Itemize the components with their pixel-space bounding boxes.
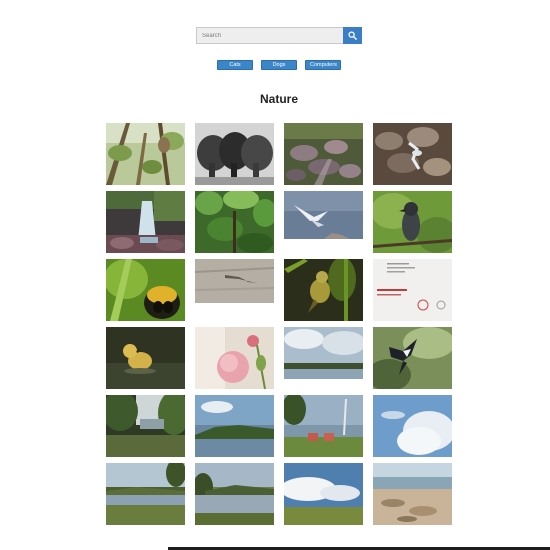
photo-magpie[interactable] [373, 327, 452, 389]
search-input[interactable] [196, 27, 343, 44]
search-icon [348, 31, 357, 40]
photo-perched-bird[interactable] [373, 191, 452, 253]
photo-lake-hills[interactable] [195, 395, 274, 457]
category-filters: Cats Dogs Computers [0, 60, 550, 71]
photo-letter[interactable] [373, 259, 452, 321]
photo-bee[interactable] [106, 259, 185, 321]
photo-clouds-field[interactable] [284, 463, 363, 525]
filter-dogs-button[interactable]: Dogs [261, 60, 297, 70]
photo-elephants[interactable] [195, 123, 274, 185]
search-bar [196, 27, 362, 44]
filter-cats-button[interactable]: Cats [217, 60, 253, 70]
photo-trees-lake[interactable] [106, 395, 185, 457]
photo-grid [106, 123, 452, 525]
photo-forest-canopy[interactable] [195, 191, 274, 253]
gallery-title: Nature [259, 92, 298, 106]
photo-rocky-stream[interactable] [284, 123, 363, 185]
photo-gull[interactable] [284, 191, 363, 253]
filter-computers-button[interactable]: Computers [305, 60, 341, 70]
photo-rocky-beach[interactable] [373, 463, 452, 525]
photo-lake-clouds[interactable] [284, 327, 363, 389]
photo-waterfall[interactable] [106, 191, 185, 253]
photo-lizard[interactable] [195, 259, 274, 321]
photo-stream-rocks[interactable] [373, 123, 452, 185]
photo-warbler[interactable] [284, 259, 363, 321]
photo-lake-chairs[interactable] [284, 395, 363, 457]
photo-duckling[interactable] [106, 327, 185, 389]
photo-owl[interactable] [106, 123, 185, 185]
photo-lake-view-trees[interactable] [106, 463, 185, 525]
photo-blue-sky[interactable] [373, 395, 452, 457]
photo-roses[interactable] [195, 327, 274, 389]
photo-lake-hills-trees[interactable] [195, 463, 274, 525]
search-button[interactable] [343, 27, 362, 44]
